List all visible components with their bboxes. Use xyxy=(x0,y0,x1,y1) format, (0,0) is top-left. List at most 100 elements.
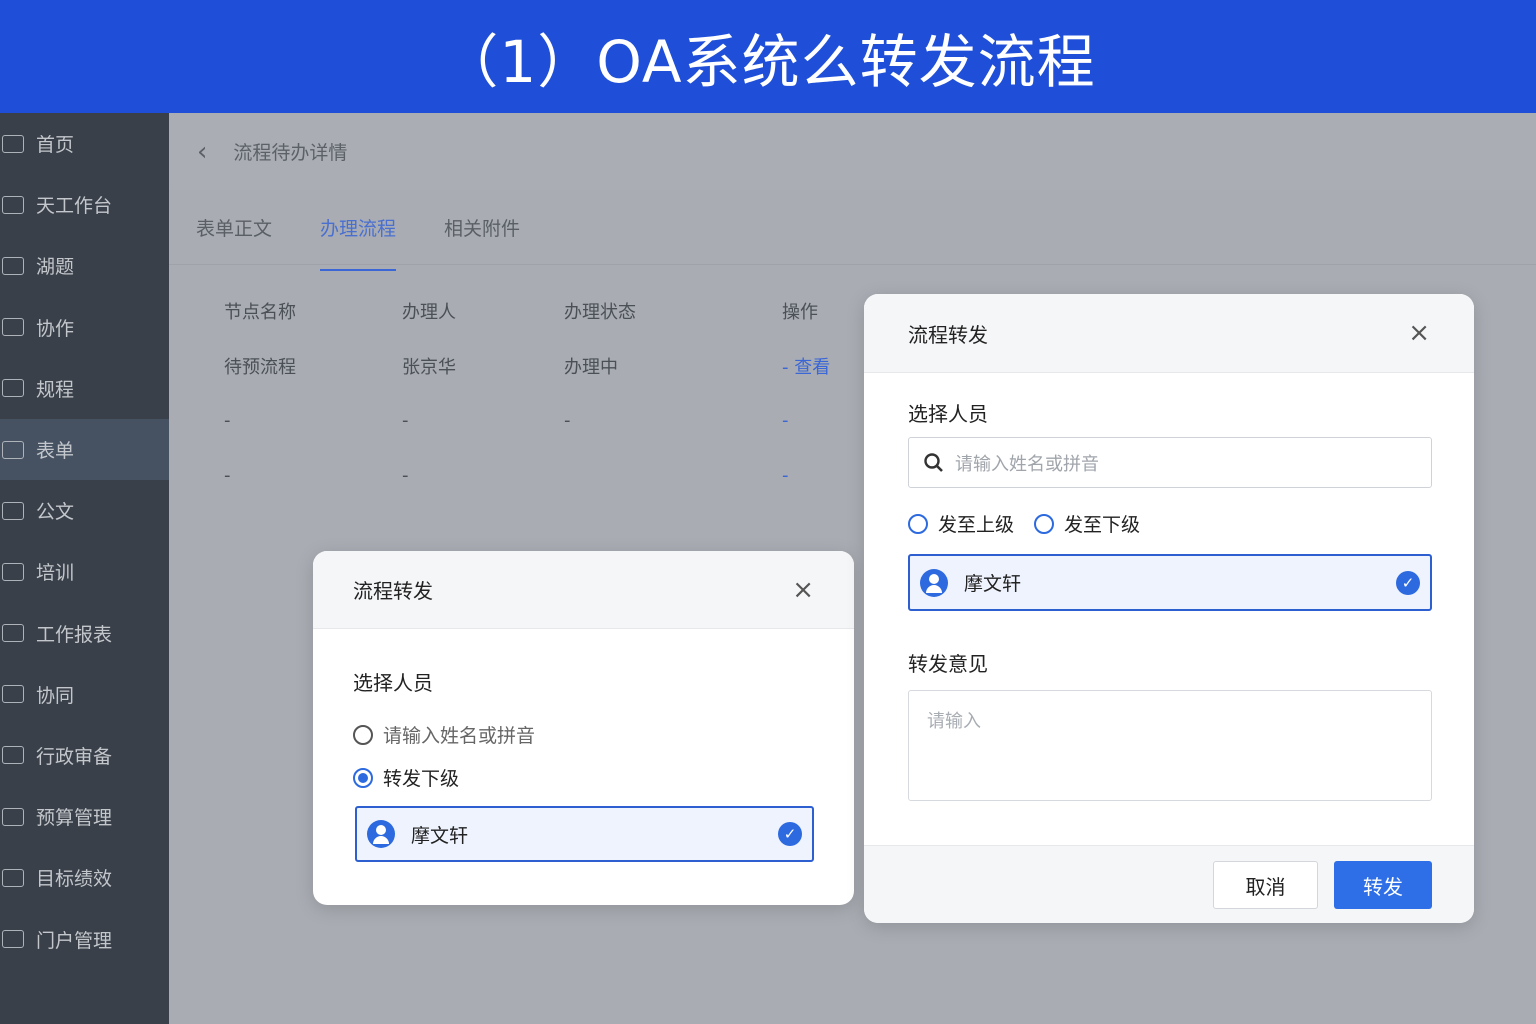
sidebar-item-label: 预算管理 xyxy=(36,807,113,830)
chat-icon xyxy=(2,685,24,704)
sidebar: 首页 天工作台 湖题 协作 规程 表单 公文 培训 工作报表 协同 行政审备 预… xyxy=(0,113,169,1024)
cell: - xyxy=(402,410,409,431)
tab-process[interactable]: 办理流程 xyxy=(320,214,397,271)
breadcrumb-title: 流程待办详情 xyxy=(233,142,348,164)
sidebar-item[interactable]: 协同 xyxy=(0,664,169,725)
sidebar-item-label: 湖题 xyxy=(36,256,75,279)
person-name: 摩文轩 xyxy=(964,573,1022,595)
column-header: 办理人 xyxy=(402,301,456,323)
column-header: 节点名称 xyxy=(224,301,296,323)
sidebar-item[interactable]: 首页 xyxy=(0,113,169,174)
portal-icon xyxy=(2,930,24,949)
radio-option[interactable]: 请输入姓名或拼音 xyxy=(353,721,535,748)
check-icon: ✓ xyxy=(778,822,802,846)
sidebar-item-active[interactable]: 表单 xyxy=(0,418,169,481)
cell: 办理中 xyxy=(564,356,618,378)
section-label: 选择人员 xyxy=(353,671,433,695)
selected-person[interactable]: 摩文轩 ✓ xyxy=(355,806,814,862)
person-name: 摩文轩 xyxy=(411,824,469,847)
radio-icon xyxy=(353,767,373,788)
search-placeholder: 请输入姓名或拼音 xyxy=(955,453,1099,475)
cell: - xyxy=(224,465,231,486)
sidebar-item[interactable]: 门户管理 xyxy=(0,908,169,969)
radio-label: 发至上级 xyxy=(938,514,1015,536)
cell: 张京华 xyxy=(402,356,456,378)
table-row: - - - - xyxy=(194,393,894,448)
radio-label: 请输入姓名或拼音 xyxy=(383,725,536,747)
admin-icon xyxy=(2,746,24,765)
close-icon[interactable]: × xyxy=(1408,318,1430,348)
search-input[interactable]: 请输入姓名或拼音 xyxy=(908,437,1432,488)
radio-option[interactable]: 发至下级 xyxy=(1034,510,1140,537)
breadcrumb: ‹ 流程待办详情 xyxy=(169,113,1536,190)
section-label: 选择人员 xyxy=(908,402,988,426)
sidebar-item[interactable]: 预算管理 xyxy=(0,786,169,847)
tab-form[interactable]: 表单正文 xyxy=(196,214,272,241)
menu-icon xyxy=(2,134,24,153)
radio-label: 发至下级 xyxy=(1064,514,1141,536)
sidebar-item[interactable]: 培训 xyxy=(0,541,169,602)
table-header: 节点名称 办理人 办理状态 操作 xyxy=(194,283,894,338)
sidebar-item[interactable]: 行政审备 xyxy=(0,725,169,786)
cancel-button[interactable]: 取消 xyxy=(1213,861,1318,909)
sidebar-item-label: 协同 xyxy=(36,684,75,707)
workbench-icon xyxy=(2,195,24,214)
dialog-header: 流程转发 × xyxy=(313,551,854,629)
form-icon xyxy=(2,440,24,459)
selected-person[interactable]: 摩文轩 ✓ xyxy=(908,554,1432,611)
radio-icon xyxy=(908,513,928,534)
avatar-icon xyxy=(920,568,948,597)
target-icon xyxy=(2,868,24,887)
dialog-title: 流程转发 xyxy=(353,579,433,603)
tab-attachments[interactable]: 相关附件 xyxy=(444,214,520,241)
avatar-icon xyxy=(367,820,395,848)
close-icon[interactable]: × xyxy=(792,575,814,605)
forward-dialog: 流程转发 × 选择人员 请输入姓名或拼音 发至上级 发至下级 摩文轩 ✓ 转发意… xyxy=(864,294,1474,923)
sidebar-item-label: 培训 xyxy=(36,562,75,585)
sidebar-item[interactable]: 天工作台 xyxy=(0,174,169,235)
check-icon: ✓ xyxy=(1396,571,1420,595)
search-icon xyxy=(924,452,943,472)
opinion-textarea[interactable]: 请输入 xyxy=(908,690,1432,801)
radio-option[interactable]: 发至上级 xyxy=(908,510,1014,537)
radio-label: 转发下级 xyxy=(383,768,460,790)
report-icon xyxy=(2,624,24,643)
sidebar-item-label: 行政审备 xyxy=(36,745,113,768)
back-icon[interactable]: ‹ xyxy=(197,137,207,167)
opinion-placeholder: 请输入 xyxy=(927,711,981,732)
sidebar-item-label: 规程 xyxy=(36,378,75,401)
sidebar-item[interactable]: 工作报表 xyxy=(0,603,169,664)
sidebar-item-label: 公文 xyxy=(36,501,75,524)
sidebar-item-label: 门户管理 xyxy=(36,929,113,952)
training-icon xyxy=(2,562,24,581)
sidebar-item[interactable]: 协作 xyxy=(0,297,169,358)
document-icon xyxy=(2,256,24,275)
doc-icon xyxy=(2,501,24,520)
dialog-header: 流程转发 × xyxy=(864,294,1474,373)
cell: - xyxy=(564,410,571,431)
cell: - xyxy=(224,410,231,431)
table-row: - - - xyxy=(194,448,894,503)
radio-icon xyxy=(1034,513,1054,534)
sidebar-item[interactable]: 公文 xyxy=(0,480,169,541)
process-icon xyxy=(2,379,24,398)
radio-option-selected[interactable]: 转发下级 xyxy=(353,764,459,791)
sidebar-item[interactable]: 规程 xyxy=(0,358,169,419)
sidebar-item[interactable]: 目标绩效 xyxy=(0,847,169,908)
sidebar-item-label: 工作报表 xyxy=(36,623,113,646)
collab-icon xyxy=(2,318,24,337)
budget-icon xyxy=(2,807,24,826)
forward-button[interactable]: 转发 xyxy=(1334,861,1432,909)
column-header: 办理状态 xyxy=(564,301,636,323)
forward-dialog-small: 流程转发 × 选择人员 请输入姓名或拼音 转发下级 摩文轩 ✓ xyxy=(313,551,854,905)
sidebar-item-label: 目标绩效 xyxy=(36,868,113,891)
sidebar-item-label: 天工作台 xyxy=(36,195,113,218)
sidebar-item[interactable]: 湖题 xyxy=(0,235,169,296)
cell: - xyxy=(402,465,409,486)
cell: 待预流程 xyxy=(224,356,296,378)
sidebar-item-label: 协作 xyxy=(36,317,75,340)
opinion-label: 转发意见 xyxy=(908,652,988,676)
dialog-title: 流程转发 xyxy=(908,322,988,347)
title-banner: （1）OA系统么转发流程 xyxy=(0,0,1536,113)
table-row: 待预流程 张京华 办理中 - 查看 xyxy=(194,338,894,393)
